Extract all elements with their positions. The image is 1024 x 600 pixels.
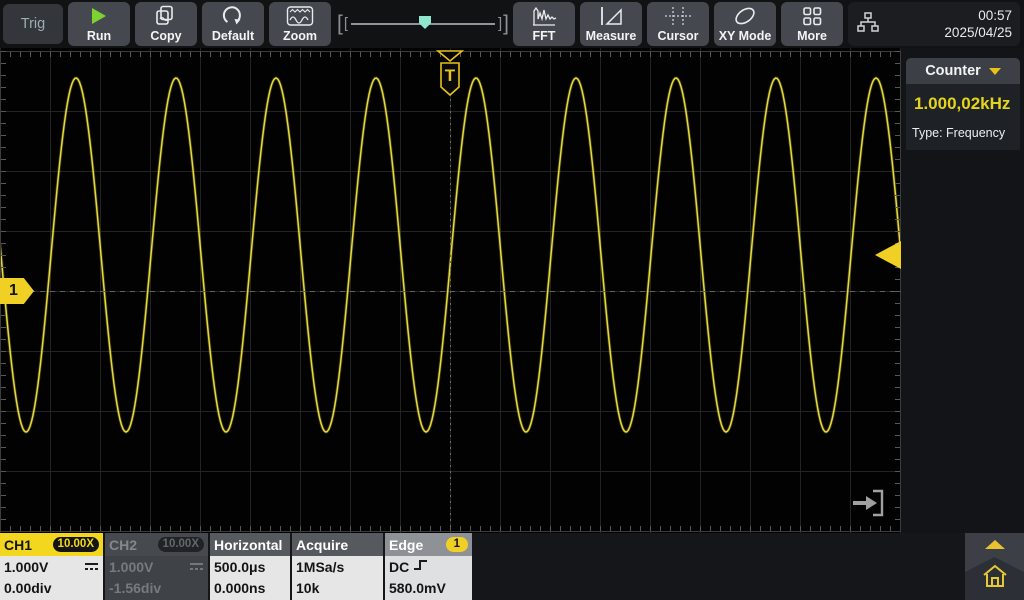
quick-menu-panel xyxy=(965,533,1024,600)
channel2-name: CH2 xyxy=(109,537,137,553)
chevron-down-icon xyxy=(989,68,1001,75)
cursor-button[interactable]: Cursor xyxy=(647,2,709,46)
counter-readout: 1.000,02kHz Type: Frequency xyxy=(906,84,1020,150)
trigger-title: Edge xyxy=(389,537,423,553)
network-lan-icon[interactable] xyxy=(856,10,880,39)
bottom-status-bar: CH1 10.00X 1.000V 0.00div CH2 xyxy=(0,533,1024,600)
play-icon xyxy=(68,2,130,29)
top-toolbar: Trig Run Copy xyxy=(0,0,1024,48)
more-button[interactable]: More xyxy=(781,2,843,46)
channel1-marker-number: 1 xyxy=(9,282,18,300)
measure-icon xyxy=(580,2,642,29)
home-icon xyxy=(981,563,1009,594)
slider-inner-right-bracket: ] xyxy=(498,14,502,34)
channel1-scale: 1.000V xyxy=(4,557,48,578)
xy-ellipse-icon xyxy=(714,2,776,29)
sample-rate-value: 1MSa/s xyxy=(296,557,344,578)
channel1-block[interactable]: CH1 10.00X 1.000V 0.00div xyxy=(0,533,103,600)
channel2-probe-badge: 10.00X xyxy=(158,537,204,552)
trigger-flag-letter: T xyxy=(445,66,456,85)
horizontal-title: Horizontal xyxy=(214,537,282,553)
more-label: More xyxy=(797,29,827,44)
trigger-block[interactable]: Edge 1 DC 580.0mV xyxy=(385,533,472,600)
acquire-block[interactable]: Acquire 1MSa/s 10k xyxy=(292,533,383,600)
counter-panel: Counter 1.000,02kHz Type: Frequency xyxy=(901,48,1024,533)
run-button[interactable]: Run xyxy=(68,2,130,46)
counter-dropdown[interactable]: Counter xyxy=(906,58,1020,84)
fft-spectrum-icon xyxy=(513,2,575,29)
counter-type: Type: Frequency xyxy=(912,126,1005,140)
trigger-level-value: 580.0mV xyxy=(389,578,446,599)
counter-value: 1.000,02kHz xyxy=(914,94,1010,114)
zoom-waveform-icon xyxy=(269,2,331,29)
copy-label: Copy xyxy=(150,29,181,44)
system-status-panel: 00:57 2025/04/25 xyxy=(848,2,1020,46)
channel1-offset: 0.00div xyxy=(4,578,51,599)
measure-button[interactable]: Measure xyxy=(580,2,642,46)
waveform-display[interactable]: T 1 xyxy=(0,48,901,533)
clock: 00:57 2025/04/25 xyxy=(944,7,1012,41)
horizontal-block[interactable]: Horizontal 500.0μs 0.000ns xyxy=(210,533,290,600)
measure-label: Measure xyxy=(586,29,637,44)
slider-outer-left-bracket: [ xyxy=(337,14,343,34)
expand-menu-button[interactable] xyxy=(848,484,888,527)
dc-coupling-icon xyxy=(189,557,204,578)
channel2-block[interactable]: CH2 10.00X 1.000V -1.56div xyxy=(105,533,208,600)
channel2-scale: 1.000V xyxy=(109,557,153,578)
time-text: 00:57 xyxy=(944,7,1012,24)
zoom-button[interactable]: Zoom xyxy=(269,2,331,46)
channel1-probe-badge: 10.00X xyxy=(53,537,99,552)
horizontal-delay-value: 0.000ns xyxy=(214,578,265,599)
counter-title: Counter xyxy=(925,63,981,79)
xy-mode-button[interactable]: XY Mode xyxy=(714,2,776,46)
trigger-coupling: DC xyxy=(389,557,409,578)
trig-status-label: Trig xyxy=(21,16,45,32)
channel2-offset: -1.56div xyxy=(109,578,161,599)
zoom-label: Zoom xyxy=(283,29,317,44)
slider-outer-right-bracket: ] xyxy=(503,14,509,34)
xy-mode-label: XY Mode xyxy=(719,29,772,44)
trig-status-button[interactable]: Trig xyxy=(3,4,63,44)
slider-inner-left-bracket: [ xyxy=(344,14,348,34)
fft-button[interactable]: FFT xyxy=(513,2,575,46)
default-label: Default xyxy=(212,29,254,44)
trigger-level-marker[interactable] xyxy=(875,241,901,269)
run-label: Run xyxy=(87,29,111,44)
trigger-position-flag[interactable]: T xyxy=(435,49,465,106)
copy-button[interactable]: Copy xyxy=(135,2,197,46)
cursor-crosshair-icon xyxy=(647,2,709,29)
fft-label: FFT xyxy=(533,29,556,44)
oscilloscope-app: Trig Run Copy xyxy=(0,0,1024,600)
copy-icon xyxy=(135,2,197,29)
acquire-title: Acquire xyxy=(296,537,348,553)
collapse-up-arrow[interactable] xyxy=(985,540,1005,549)
channel1-name: CH1 xyxy=(4,537,32,553)
reset-arrow-icon xyxy=(202,2,264,29)
cursor-label: Cursor xyxy=(658,29,699,44)
timebase-value: 500.0μs xyxy=(214,557,265,578)
slider-position-marker[interactable] xyxy=(419,16,431,29)
sine-waveform xyxy=(0,48,901,533)
rising-edge-icon xyxy=(413,557,431,578)
horizontal-position-slider[interactable]: [ [ ] ] xyxy=(337,2,509,46)
grid-menu-icon xyxy=(781,2,843,29)
home-button[interactable] xyxy=(965,557,1024,600)
date-text: 2025/04/25 xyxy=(944,24,1012,41)
dc-coupling-icon xyxy=(84,557,99,578)
memory-depth-value: 10k xyxy=(296,578,319,599)
trigger-source-badge: 1 xyxy=(446,537,468,552)
default-button[interactable]: Default xyxy=(202,2,264,46)
